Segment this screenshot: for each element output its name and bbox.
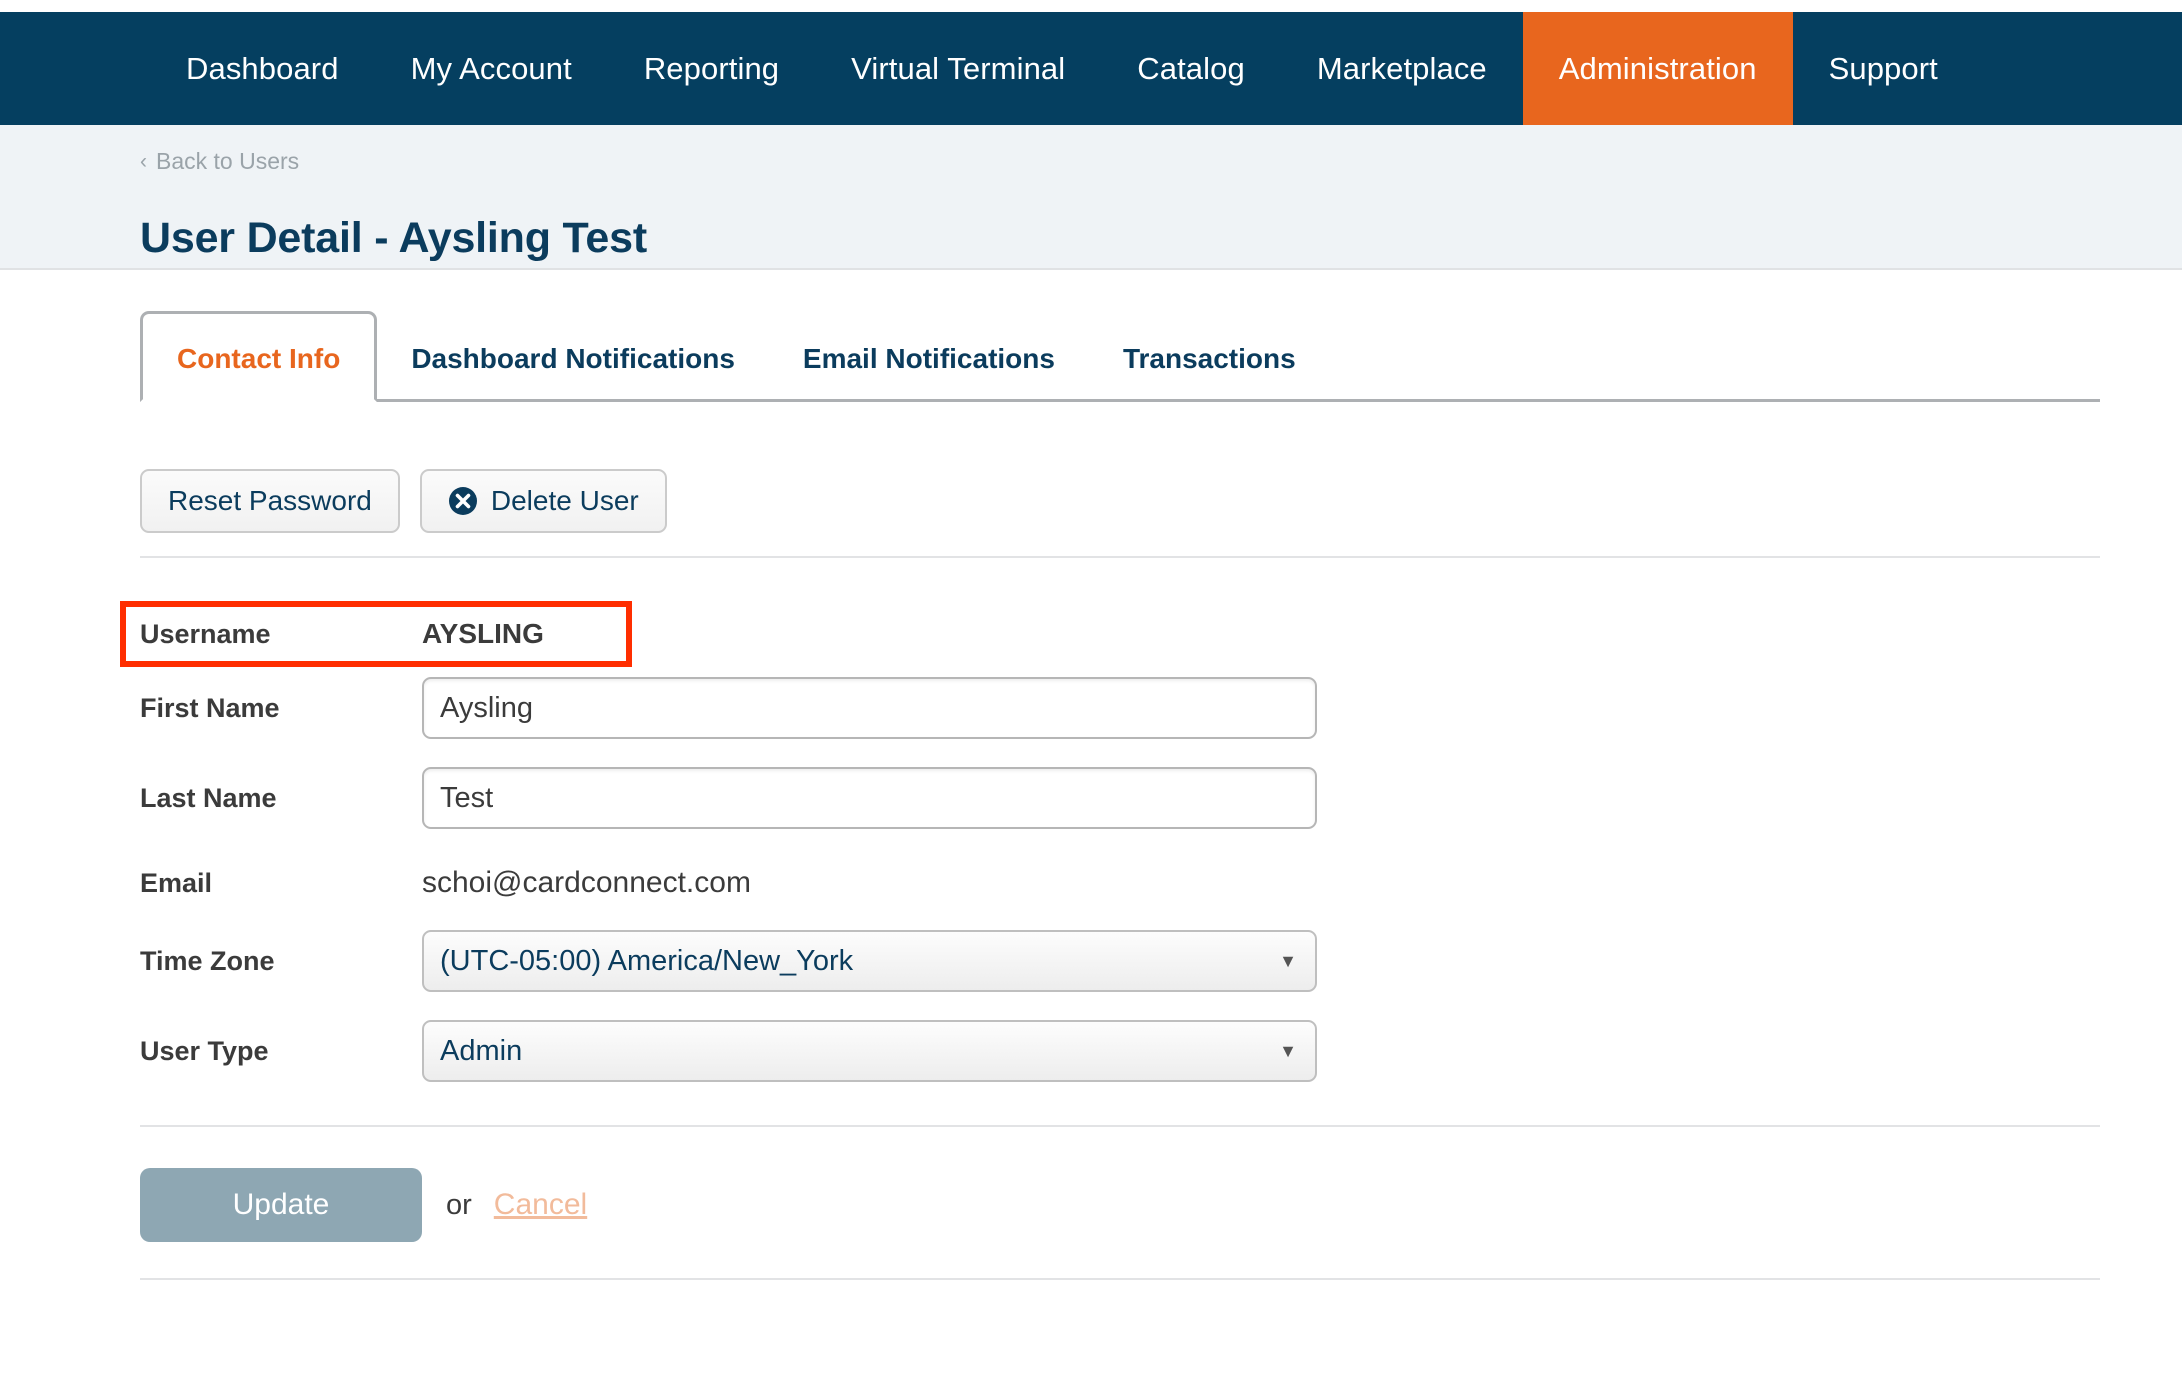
username-label: Username [140, 618, 271, 649]
breadcrumb-back-to-users[interactable]: ‹ Back to Users [140, 148, 299, 175]
caret-down-icon: ▼ [1279, 1041, 1297, 1061]
last-name-input[interactable] [422, 767, 1317, 829]
email-label: Email [140, 867, 213, 898]
page-title: User Detail - Aysling Test [140, 213, 647, 262]
form-row-user-type: User Type Admin ▼ [140, 1020, 2100, 1082]
delete-user-label: Delete User [490, 485, 639, 516]
tab-transactions[interactable]: Transactions [1089, 345, 1330, 399]
divider-above-form [140, 556, 2100, 558]
delete-user-button[interactable]: Delete User [419, 469, 667, 534]
nav-item-reporting[interactable]: Reporting [608, 12, 815, 125]
nav-item-dashboard[interactable]: Dashboard [150, 12, 375, 125]
first-name-label: First Name [140, 692, 280, 723]
nav-item-marketplace[interactable]: Marketplace [1281, 12, 1523, 125]
circle-x-icon [448, 486, 478, 516]
primary-navigation: Dashboard My Account Reporting Virtual T… [0, 12, 2182, 125]
reset-password-label: Reset Password [168, 485, 372, 516]
page-root: Dashboard My Account Reporting Virtual T… [0, 0, 2182, 1392]
form-row-email: Email schoi@cardconnect.com [140, 855, 2100, 911]
user-actions-toolbar: Reset Password Delete User [140, 469, 667, 534]
form-row-username: Username AYSLING [140, 607, 2100, 661]
or-separator-label: or [446, 1188, 472, 1221]
tab-dashboard-notifications[interactable]: Dashboard Notifications [377, 345, 769, 399]
nav-item-support[interactable]: Support [1793, 12, 1974, 125]
form-row-time-zone: Time Zone (UTC-05:00) America/New_York ▼ [140, 930, 2100, 992]
tab-email-notifications[interactable]: Email Notifications [769, 345, 1089, 399]
form-footer-actions: Update or Cancel [140, 1168, 587, 1242]
divider-page-bottom [140, 1278, 2100, 1280]
caret-down-icon: ▼ [1279, 951, 1297, 971]
breadcrumb-label: Back to Users [156, 148, 300, 174]
nav-item-virtual-terminal[interactable]: Virtual Terminal [815, 12, 1101, 125]
divider-below-form [140, 1125, 2100, 1127]
cancel-link[interactable]: Cancel [494, 1188, 587, 1222]
tab-contact-info[interactable]: Contact Info [140, 311, 378, 402]
nav-item-catalog[interactable]: Catalog [1101, 12, 1281, 125]
chevron-left-icon: ‹ [140, 150, 147, 173]
update-button[interactable]: Update [140, 1168, 422, 1242]
form-row-first-name: First Name [140, 677, 2100, 739]
username-value: AYSLING [422, 618, 544, 649]
time-zone-label: Time Zone [140, 945, 275, 976]
user-type-select[interactable]: Admin ▼ [422, 1020, 1317, 1082]
user-type-label: User Type [140, 1035, 269, 1066]
time-zone-value: (UTC-05:00) America/New_York [440, 944, 854, 977]
tab-bar: Contact Info Dashboard Notifications Ema… [140, 310, 2100, 402]
form-row-last-name: Last Name [140, 767, 2100, 829]
email-value: schoi@cardconnect.com [422, 866, 751, 899]
nav-item-my-account[interactable]: My Account [375, 12, 608, 125]
user-type-value: Admin [440, 1034, 523, 1067]
nav-item-administration[interactable]: Administration [1522, 12, 1793, 125]
first-name-input[interactable] [422, 677, 1317, 739]
reset-password-button[interactable]: Reset Password [140, 469, 400, 534]
last-name-label: Last Name [140, 782, 277, 813]
time-zone-select[interactable]: (UTC-05:00) America/New_York ▼ [422, 930, 1317, 992]
